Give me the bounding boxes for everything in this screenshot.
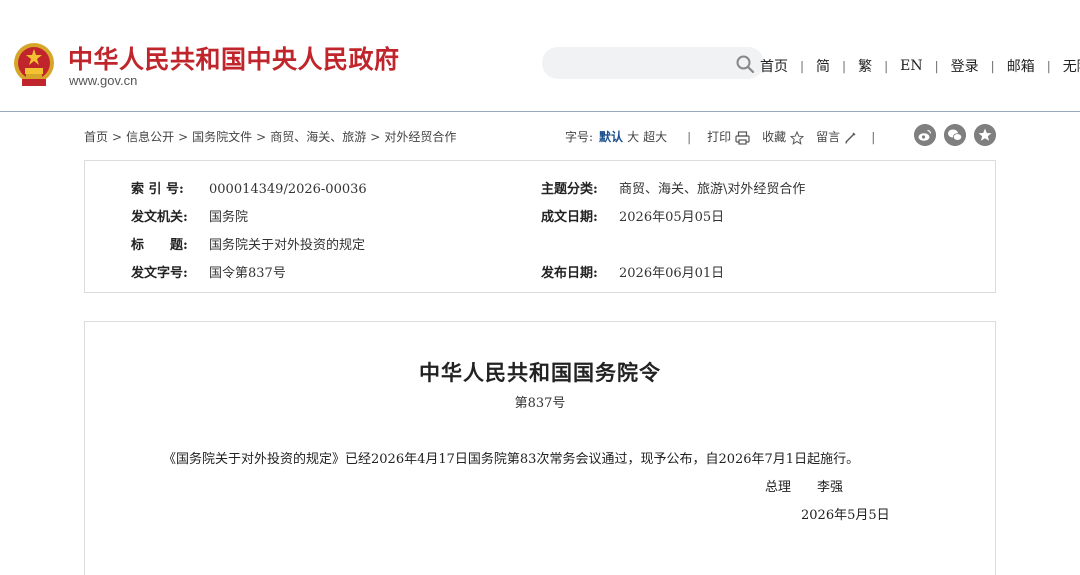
- font-size-label: 字号:: [565, 130, 594, 144]
- meta-issuer: 发文机关: 国务院: [131, 206, 248, 225]
- print-button[interactable]: 打印: [707, 128, 750, 145]
- breadcrumb-separator: >: [178, 130, 189, 144]
- nav-separator: |: [800, 59, 805, 73]
- nav-home[interactable]: 首页: [760, 56, 788, 76]
- breadcrumb-state-council-docs[interactable]: 国务院文件: [192, 130, 252, 144]
- meta-label: 主题分类:: [541, 182, 598, 197]
- meta-value: 国务院: [209, 210, 249, 225]
- nav-accessibility[interactable]: 无障碍: [1063, 56, 1080, 76]
- meta-value: 国令第837号: [209, 266, 286, 281]
- nav-english[interactable]: EN: [900, 58, 922, 74]
- print-label: 打印: [707, 130, 732, 144]
- meta-value: 国务院关于对外投资的规定: [209, 238, 366, 253]
- search-icon[interactable]: [735, 54, 755, 74]
- nav-mail[interactable]: 邮箱: [1007, 56, 1035, 76]
- meta-label: 成文日期:: [541, 210, 598, 225]
- national-emblem-icon[interactable]: [12, 41, 56, 89]
- favorite-label: 收藏: [762, 130, 787, 144]
- wechat-icon[interactable]: [944, 124, 966, 146]
- meta-title: 标 题: 国务院关于对外投资的规定: [131, 234, 365, 253]
- nav-login[interactable]: 登录: [951, 56, 979, 76]
- meta-label: 索 引 号:: [131, 182, 184, 197]
- meta-value: 2026年06月01日: [619, 266, 725, 281]
- font-default-button[interactable]: 默认: [599, 128, 623, 145]
- breadcrumb: 首页 > 信息公开 > 国务院文件 > 商贸、海关、旅游 > 对外经贸合作: [84, 128, 456, 145]
- site-title[interactable]: 中华人民共和国中央人民政府: [68, 40, 400, 76]
- signer-title: 总理: [765, 480, 792, 495]
- breadcrumb-separator: >: [370, 130, 381, 144]
- meta-value: 000014349/2026-00036: [209, 182, 367, 197]
- comment-label: 留言: [816, 130, 841, 144]
- meta-label: 发文机关:: [131, 210, 188, 225]
- nav-separator: |: [842, 59, 847, 73]
- favorite-icon[interactable]: [974, 124, 996, 146]
- comment-button[interactable]: 留言: [816, 128, 857, 145]
- tools-separator: |: [687, 129, 692, 144]
- breadcrumb-foreign-trade[interactable]: 对外经贸合作: [384, 130, 456, 144]
- meta-label: 发布日期:: [541, 266, 598, 281]
- breadcrumb-separator: >: [256, 130, 267, 144]
- meta-category: 主题分类: 商贸、海关、旅游\对外经贸合作: [541, 178, 805, 197]
- pencil-icon: [845, 132, 856, 144]
- nav-separator: |: [934, 59, 939, 73]
- article-tools: 字号: 默认 大 超大 | 打印 收藏 留言 |: [565, 128, 875, 145]
- document-meta-panel: 索 引 号: 000014349/2026-00036 主题分类: 商贸、海关、旅游…: [84, 160, 996, 293]
- meta-created-date: 成文日期: 2026年05月05日: [541, 206, 724, 225]
- meta-doc-number: 发文字号: 国令第837号: [131, 262, 286, 281]
- meta-label: 标 题:: [131, 238, 188, 253]
- meta-label: 发文字号:: [131, 266, 188, 281]
- document-date: 2026年5月5日: [801, 508, 890, 523]
- meta-index-number: 索 引 号: 000014349/2026-00036: [131, 178, 367, 197]
- nav-traditional[interactable]: 繁: [858, 56, 872, 76]
- document-heading: 中华人民共和国国务院令: [419, 360, 661, 385]
- font-xlarge-button[interactable]: 超大: [643, 128, 667, 145]
- document-body: 《国务院关于对外投资的规定》已经2026年4月17日国务院第83次常务会议通过，…: [163, 452, 860, 467]
- breadcrumb-commerce[interactable]: 商贸、海关、旅游: [270, 130, 366, 144]
- nav-separator: |: [990, 59, 995, 73]
- nav-simplified[interactable]: 简: [816, 56, 830, 76]
- weibo-icon[interactable]: [914, 124, 936, 146]
- breadcrumb-separator: >: [112, 130, 123, 144]
- favorite-button[interactable]: 收藏: [762, 128, 805, 145]
- document-signature: 总理 李强: [765, 476, 843, 495]
- site-header: 中华人民共和国中央人民政府 www.gov.cn 首页 | 简 | 繁 | EN…: [0, 0, 1080, 112]
- meta-value: 2026年05月05日: [619, 210, 725, 225]
- meta-published-date: 发布日期: 2026年06月01日: [541, 262, 724, 281]
- top-nav: 首页 | 简 | 繁 | EN | 登录 | 邮箱 | 无障碍: [760, 56, 1080, 76]
- star-icon: [790, 130, 805, 145]
- meta-value: 商贸、海关、旅游\对外经贸合作: [619, 182, 806, 197]
- signer-name: 李强: [817, 480, 844, 495]
- nav-separator: |: [884, 59, 889, 73]
- font-large-button[interactable]: 大: [627, 128, 639, 145]
- site-url: www.gov.cn: [69, 73, 138, 88]
- nav-separator: |: [1046, 59, 1051, 73]
- print-icon: [735, 130, 750, 145]
- tools-separator: |: [871, 129, 876, 144]
- document-number: 第837号: [514, 396, 566, 411]
- breadcrumb-info-disclosure[interactable]: 信息公开: [126, 130, 174, 144]
- search-input[interactable]: [542, 47, 764, 79]
- document-content: 中华人民共和国国务院令 第837号 《国务院关于对外投资的规定》已经2026年4…: [84, 321, 996, 575]
- breadcrumb-home[interactable]: 首页: [84, 130, 108, 144]
